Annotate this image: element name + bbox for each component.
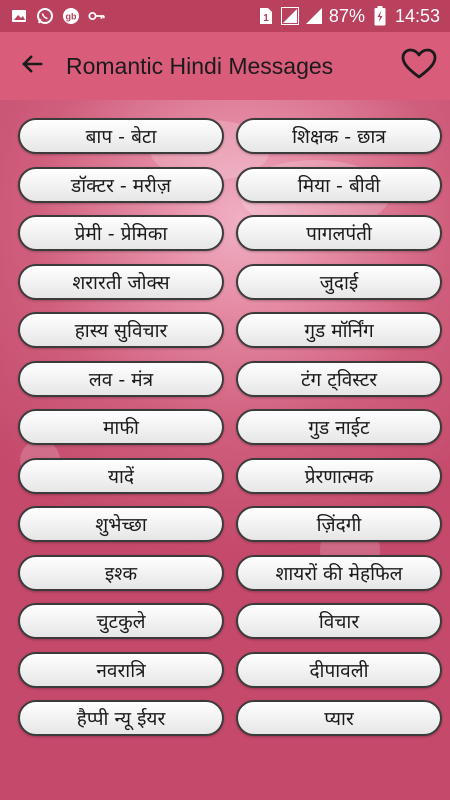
- category-button[interactable]: शरारती जोक्स: [18, 263, 224, 300]
- key-icon: [88, 7, 106, 25]
- gb-icon: gb: [62, 7, 80, 25]
- signal-icon: [305, 7, 323, 25]
- category-button[interactable]: बाप - बेटा: [18, 118, 224, 154]
- category-button[interactable]: टंग ट्विस्टर: [236, 360, 442, 397]
- back-arrow-icon: [20, 52, 44, 80]
- category-button[interactable]: जुदाई: [236, 263, 442, 300]
- category-button[interactable]: शायरों की मेहफिल: [236, 554, 442, 591]
- category-button[interactable]: इश्क: [18, 554, 224, 591]
- whatsapp-icon: [36, 7, 54, 25]
- category-button[interactable]: विचार: [236, 603, 442, 639]
- category-button[interactable]: ज़िंदगी: [236, 506, 442, 542]
- category-list[interactable]: बाप - बेटा शिक्षक - छात्र डॉक्टर - मरीज़…: [0, 100, 450, 800]
- category-button[interactable]: लव - मंत्र: [18, 360, 224, 397]
- category-button[interactable]: चुटकुले: [18, 603, 224, 639]
- heart-icon: [401, 48, 437, 84]
- app-bar: Romantic Hindi Messages: [0, 32, 450, 100]
- category-grid: बाप - बेटा शिक्षक - छात्र डॉक्टर - मरीज़…: [18, 118, 444, 736]
- svg-text:gb: gb: [66, 12, 77, 22]
- system-icons: 1 87% 14:53: [257, 6, 450, 27]
- sim-icon: 1: [257, 7, 275, 25]
- page-title: Romantic Hindi Messages: [66, 52, 334, 79]
- battery-icon: [371, 6, 389, 26]
- clock: 14:53: [394, 5, 440, 26]
- category-button[interactable]: हास्य सुविचार: [18, 312, 224, 348]
- category-button[interactable]: यादें: [18, 457, 224, 494]
- category-button[interactable]: शुभेच्छा: [18, 506, 224, 542]
- battery-percent: 87%: [328, 5, 365, 26]
- back-button[interactable]: [14, 48, 50, 84]
- category-button[interactable]: प्यार: [236, 700, 442, 736]
- category-button[interactable]: मिया - बीवी: [236, 166, 442, 203]
- category-button[interactable]: प्रेरणात्मक: [236, 457, 442, 494]
- category-button[interactable]: नवरात्रि: [18, 651, 224, 688]
- category-button[interactable]: शिक्षक - छात्र: [236, 118, 442, 154]
- category-button[interactable]: गुड नाईट: [236, 409, 442, 445]
- category-button[interactable]: दीपावली: [236, 651, 442, 688]
- svg-text:1: 1: [263, 13, 269, 24]
- notification-icons: gb: [0, 7, 106, 25]
- category-button[interactable]: हैप्पी न्यू ईयर: [18, 700, 224, 736]
- category-button[interactable]: माफी: [18, 409, 224, 445]
- status-bar: gb 1 87% 14:53: [0, 0, 450, 32]
- category-button[interactable]: डॉक्टर - मरीज़: [18, 166, 224, 203]
- category-button[interactable]: प्रेमी - प्रेमिका: [18, 215, 224, 251]
- favorites-button[interactable]: [400, 48, 438, 84]
- gallery-icon: [10, 7, 28, 25]
- signal-icon: [280, 7, 299, 25]
- category-button[interactable]: पागलपंती: [236, 215, 442, 251]
- category-button[interactable]: गुड मॉर्निंग: [236, 312, 442, 348]
